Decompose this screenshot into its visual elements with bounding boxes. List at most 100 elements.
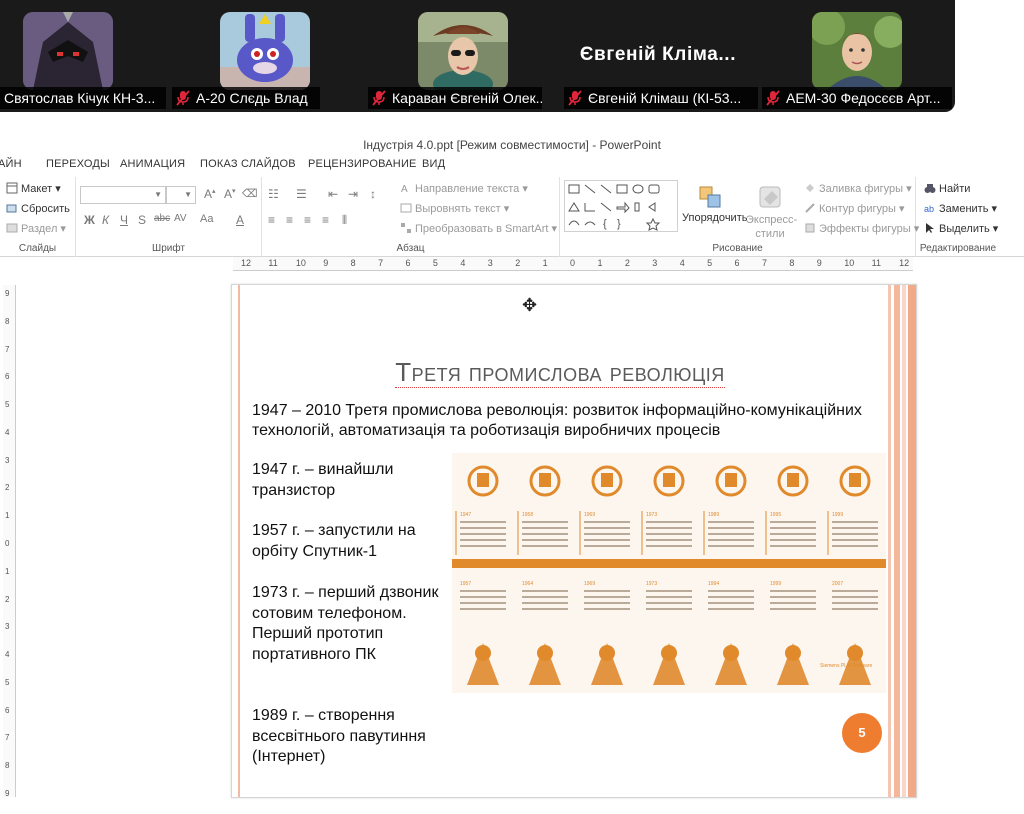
replace-button[interactable]: ab Заменить ▾ [924, 202, 997, 215]
ruler-tick: 5 [432, 258, 438, 268]
clear-format-icon[interactable]: ⌫ [242, 187, 258, 200]
participant-tile[interactable]: Євгеній Кліма... Євгеній Клімаш (КІ-53..… [560, 0, 758, 112]
fact-sputnik[interactable]: 1957 г. – запустили на орбіту Спутник-1 [252, 521, 442, 562]
shrink-font-icon[interactable]: A▾ [224, 187, 236, 201]
reset-button[interactable]: Сбросить [6, 202, 70, 215]
timeline-caption-line [522, 533, 568, 535]
bullets-icon[interactable]: ☷ [268, 187, 279, 201]
font-family-select[interactable]: ▼ [80, 186, 166, 204]
tab-animation[interactable]: АНИМАЦИЯ [120, 158, 185, 170]
timeline-infographic[interactable]: 1947 1957 1958 1964 1969 1969 1973 1973 1989 1994… [452, 453, 886, 693]
decrease-indent-icon[interactable]: ⇤ [328, 187, 338, 201]
timeline-caption-line [584, 539, 630, 541]
smartart-button[interactable]: Преобразовать в SmartArt ▾ [400, 222, 557, 235]
tab-view[interactable]: ВИД [422, 158, 445, 170]
quick-styles-button[interactable]: Экспресс-стили [746, 185, 797, 241]
justify-icon[interactable]: ≡ [322, 213, 329, 227]
change-case-button[interactable]: Aa [200, 213, 213, 225]
line-spacing-icon[interactable]: ↕ [370, 187, 376, 201]
ruler-tick: 5 [707, 258, 713, 268]
ruler-tick: 8 [5, 761, 10, 771]
find-button[interactable]: Найти [924, 182, 970, 195]
page-number-badge: 5 [842, 713, 882, 753]
fact-internet[interactable]: 1989 г. – створення всесвітнього павутин… [252, 706, 442, 768]
grow-font-icon[interactable]: A▴ [204, 187, 216, 201]
timeline-caption-line [832, 602, 878, 604]
underline-button[interactable]: Ч [120, 213, 128, 227]
reset-icon [6, 202, 18, 214]
select-button[interactable]: Выделить ▾ [924, 222, 998, 235]
group-label: Редактирование [919, 243, 997, 254]
fact-cellphone[interactable]: 1973 г. – перший дзвоник сотовим телефон… [252, 583, 442, 665]
ruler-tick: 4 [679, 258, 685, 268]
char-spacing-button[interactable]: AV [174, 213, 187, 224]
shape-fill-button[interactable]: Заливка фигуры ▾ [804, 182, 912, 195]
font-size-select[interactable]: ▼ [166, 186, 196, 204]
cursor-icon [924, 222, 936, 234]
timeline-year-bottom: 1957 [460, 581, 471, 587]
slide-title[interactable]: Третя промислова революція [232, 357, 888, 388]
shadow-button[interactable]: S [138, 213, 146, 227]
timeline-caption-line [708, 608, 754, 610]
text-direction-button[interactable]: A Направление текста ▾ [400, 182, 528, 195]
timeline-caption-line [770, 545, 816, 547]
fact-transistor[interactable]: 1947 г. – винайшли транзистор [252, 460, 442, 501]
timeline-caption-line [770, 590, 816, 592]
columns-icon[interactable]: ⫴ [342, 213, 347, 228]
woman-hat-avatar [418, 12, 508, 90]
numbering-icon[interactable]: ☰ [296, 187, 307, 201]
increase-indent-icon[interactable]: ⇥ [348, 187, 358, 201]
shape-outline-button[interactable]: Контур фигуры ▾ [804, 202, 905, 215]
slide-intro-text[interactable]: 1947 – 2010 Третя промислова революція: … [252, 401, 892, 441]
participant-tile[interactable]: Караван Євгеній Олек... [368, 0, 588, 112]
participant-tile[interactable]: Святослав Кічук КН-3... [0, 0, 196, 112]
timeline-year-top: 1969 [584, 512, 595, 518]
timeline-top-icon-body [787, 473, 799, 487]
align-right-icon[interactable]: ≡ [304, 213, 311, 227]
timeline-caption-line [770, 533, 816, 535]
ruler-tick: 12 [899, 258, 910, 268]
participant-tile[interactable]: АЕМ-30 Федосєєв Арт... [760, 0, 956, 112]
tab-slideshow[interactable]: ПОКАЗ СЛАЙДОВ [200, 158, 296, 170]
tab-review[interactable]: РЕЦЕНЗИРОВАНИЕ [308, 158, 417, 170]
section-button[interactable]: Раздел ▾ [6, 222, 66, 235]
shapes-gallery[interactable]: {} [564, 180, 678, 232]
timeline-caption-line [646, 521, 692, 523]
align-left-icon[interactable]: ≡ [268, 213, 275, 227]
bold-button[interactable]: Ж [84, 213, 95, 227]
timeline-year-bottom: 1969 [584, 581, 595, 587]
timeline-caption-line [708, 602, 754, 604]
group-label: Шрифт [152, 243, 185, 254]
timeline-caption-line [646, 608, 692, 610]
timeline-caption-line [646, 602, 692, 604]
timeline-caption-line [646, 596, 692, 598]
timeline-caption-line [770, 596, 816, 598]
strikethrough-button[interactable]: abc [154, 213, 170, 224]
timeline-year-bottom: 1964 [522, 581, 533, 587]
timeline-caption-line [770, 539, 816, 541]
tab-transitions[interactable]: ПЕРЕХОДЫ [46, 158, 110, 170]
timeline-caption-line [708, 539, 754, 541]
arrange-button[interactable]: Упорядочить [682, 185, 747, 224]
align-text-button[interactable]: Выровнять текст ▾ [400, 202, 509, 215]
timeline-year-top: 1995 [770, 512, 781, 518]
timeline-caption-line [832, 527, 878, 529]
participant-tile[interactable]: А-20 Слєдь Влад [172, 0, 392, 112]
layout-button[interactable]: Макет ▾ [6, 182, 61, 195]
smartart-icon [400, 222, 412, 234]
ruler-tick: 8 [350, 258, 356, 268]
italic-button[interactable]: К [102, 213, 109, 227]
timeline-caption-line [460, 608, 506, 610]
shredder-avatar [23, 12, 113, 90]
font-color-button[interactable]: A [236, 213, 244, 227]
timeline-bottom-icon-head [723, 645, 739, 661]
align-center-icon[interactable]: ≡ [286, 213, 293, 227]
ruler-tick: 4 [460, 258, 466, 268]
timeline-caption-line [522, 608, 568, 610]
timeline-bottom-icon-head [599, 645, 615, 661]
tab-file[interactable]: АЙН [0, 158, 22, 170]
muted-mic-icon [372, 90, 386, 106]
slide-canvas[interactable]: ✥ Третя промислова революція 1947 – 2010… [231, 284, 917, 798]
shape-effects-button[interactable]: Эффекты фигуры ▾ [804, 222, 919, 235]
timeline-top-icon-body [849, 473, 861, 487]
